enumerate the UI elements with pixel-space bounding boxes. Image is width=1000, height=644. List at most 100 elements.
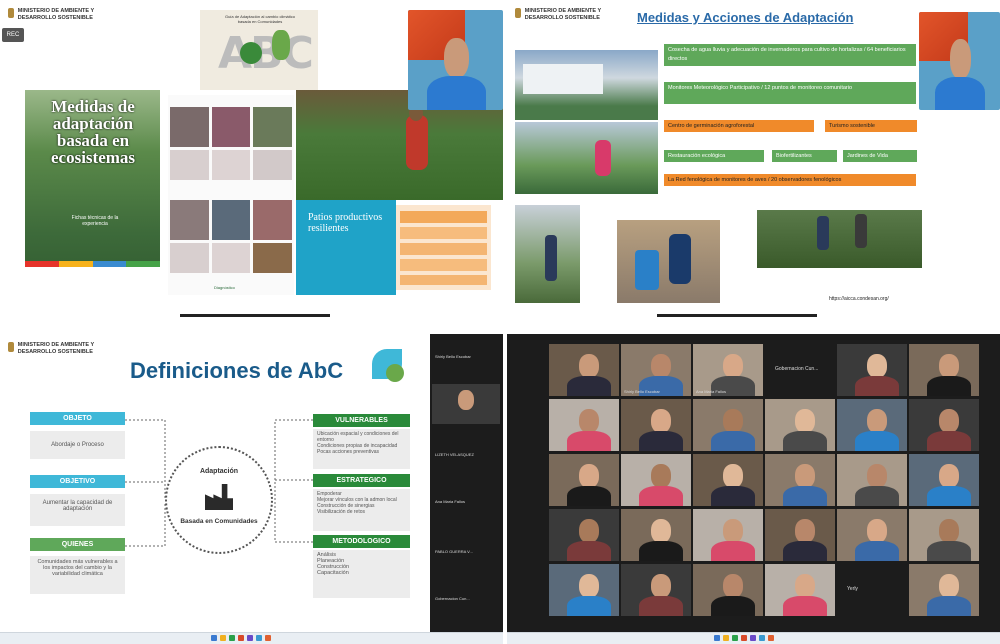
participant-name: LIZETH VELASQUEZ [435, 452, 474, 457]
participant-tile[interactable] [549, 344, 619, 396]
taskbar [0, 632, 503, 644]
ministry-logo: MINISTERIO DE AMBIENTE Y DESARROLLO SOST… [8, 8, 128, 22]
participant-shirt [855, 376, 899, 396]
connector-lines [125, 419, 313, 547]
participant-name: Gobernacion Cun... [775, 366, 819, 372]
participant-tile[interactable] [621, 454, 691, 506]
participant-tile[interactable]: Yerly [837, 564, 907, 616]
participant-face [939, 464, 959, 488]
participant-name: Gobernacion Cun... [435, 596, 470, 601]
participant-face [939, 409, 959, 433]
participant-tile[interactable] [837, 344, 907, 396]
participant-tile[interactable] [765, 454, 835, 506]
taskbar [507, 632, 1000, 644]
participant-tile[interactable] [765, 399, 835, 451]
participant-shirt [639, 541, 683, 561]
participant-shirt [711, 541, 755, 561]
participant-shirt [927, 541, 971, 561]
participant-face [795, 519, 815, 543]
participant-shirt [567, 541, 611, 561]
measure-item: Restauración ecológica [664, 150, 764, 162]
quadrant-bottom-right: Shirly Bello Escobar Ana Maria Fallos Gobe… [507, 334, 1000, 644]
participant-tile[interactable]: Shirly Bello Escobar [621, 344, 691, 396]
rec-badge: REC [2, 28, 24, 42]
participant-face [939, 354, 959, 378]
participant-tile[interactable] [837, 509, 907, 561]
photo-grid: Diagnóstico [168, 95, 294, 295]
participant-tile[interactable]: Ana Maria Fallos [693, 344, 763, 396]
participant-tile[interactable] [549, 454, 619, 506]
participant-tile[interactable] [909, 454, 979, 506]
participant-shirt [927, 596, 971, 616]
participant-shirt [927, 431, 971, 451]
participant-face [723, 574, 743, 598]
participant-face [867, 409, 887, 433]
participant-face [579, 519, 599, 543]
participant-shirt [855, 541, 899, 561]
participant-tile[interactable] [837, 399, 907, 451]
field-photo-3 [757, 210, 922, 268]
participant-tile[interactable] [621, 399, 691, 451]
participant-tile[interactable] [621, 564, 691, 616]
measure-item: Centro de germinación agroforestal [664, 120, 814, 132]
slide-title: Medidas y Acciones de Adaptación [637, 10, 854, 25]
participant-shirt [567, 486, 611, 506]
participant-name: Ana Maria Fallos [696, 389, 727, 394]
field-photo-1 [515, 205, 580, 303]
participant-shirt [711, 596, 755, 616]
speaker-camera-q1 [408, 10, 503, 110]
participant-shirt [639, 486, 683, 506]
poster-abc: ABC [218, 28, 314, 79]
participant-tile[interactable] [693, 564, 763, 616]
participant-face [723, 354, 743, 378]
measure-item: Turismo sostenible [825, 120, 917, 132]
participant-face [795, 464, 815, 488]
participant-tile[interactable]: Gobernacion Cun... [765, 344, 835, 396]
participant-face [651, 409, 671, 433]
participant-tile[interactable] [909, 344, 979, 396]
participant-tile[interactable] [909, 399, 979, 451]
participant-tile[interactable] [549, 564, 619, 616]
participant-face [867, 354, 887, 378]
participant-face [723, 464, 743, 488]
measure-item: Jardines de Vida [843, 150, 917, 162]
participant-tile[interactable] [549, 509, 619, 561]
participant-face [867, 464, 887, 488]
greenhouse-photo [515, 50, 658, 120]
participant-tile[interactable] [693, 509, 763, 561]
video-gallery: Shirly Bello Escobar Ana Maria Fallos Gobe… [549, 344, 979, 634]
participant-name: Shirly Bello Escobar [435, 354, 471, 359]
measure-item: Biofertilizantes [772, 150, 837, 162]
participant-tile[interactable] [837, 454, 907, 506]
measure-item: Monitores Meteorológico Participativo / … [664, 82, 916, 104]
participant-tile[interactable] [549, 399, 619, 451]
participant-shirt [639, 596, 683, 616]
participant-name: PABLO GUERRA V... [435, 549, 473, 554]
participant-tile[interactable] [765, 564, 835, 616]
participant-tile[interactable] [693, 454, 763, 506]
participant-tile[interactable] [909, 564, 979, 616]
participant-face [651, 574, 671, 598]
participant-shirt [567, 376, 611, 396]
participant-shirt [783, 541, 827, 561]
participant-shirt [927, 486, 971, 506]
participant-shirt [711, 486, 755, 506]
participant-name: Shirly Bello Escobar [624, 389, 660, 394]
participant-tile[interactable] [765, 509, 835, 561]
book-title: Medidas de adaptación basada en ecosiste… [50, 97, 136, 167]
participant-shirt [855, 431, 899, 451]
patios-card: Patios productivos resilientes [296, 200, 396, 295]
participant-shirt [711, 431, 755, 451]
speaker-camera-q2 [919, 12, 1000, 110]
participant-face [651, 519, 671, 543]
participant-tile[interactable] [621, 509, 691, 561]
slide-progress [657, 314, 817, 317]
quadrant-top-right: MINISTERIO DE AMBIENTE Y DESARROLLO SOST… [507, 0, 1000, 322]
participant-tile[interactable] [693, 399, 763, 451]
participant-face [579, 574, 599, 598]
abc-poster: Guía de Adaptación al cambio climático b… [200, 10, 318, 90]
participant-shirt [639, 431, 683, 451]
participant-tile[interactable] [909, 509, 979, 561]
participant-shirt [927, 376, 971, 396]
patios-title: Patios productivos resilientes [308, 212, 383, 234]
